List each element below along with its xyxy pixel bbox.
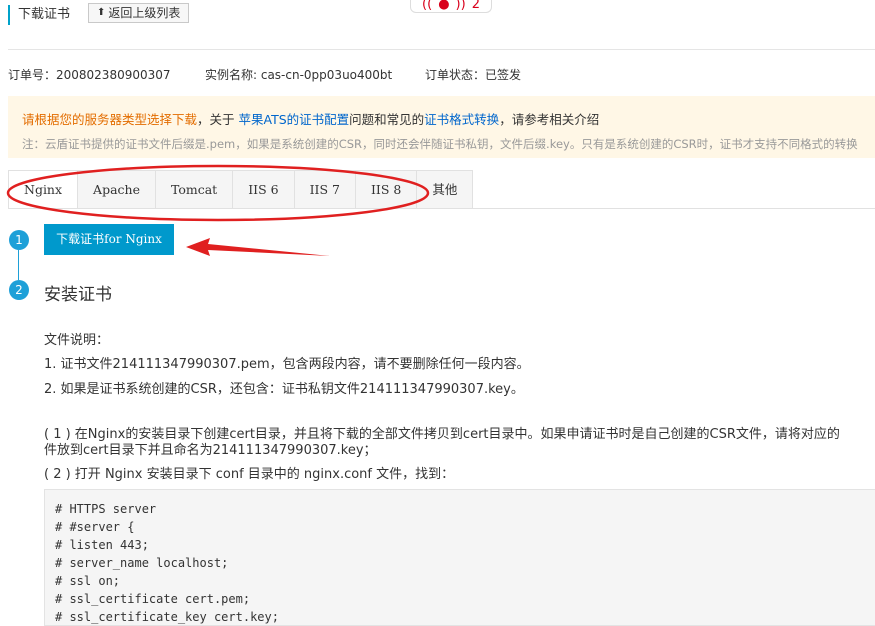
order-number: 订单号：20080238090030​7 [8, 68, 171, 82]
nginx-config-code-block: # HTTPS server # #server { # listen 443;… [44, 489, 875, 626]
annotation-arrow [186, 238, 330, 256]
bell-icon: (( [422, 0, 433, 12]
step-2-marker: 2 [9, 280, 29, 300]
notification-badge[interactable]: (( ● )) 2 [410, 0, 492, 13]
tab-iis7[interactable]: IIS 7 [294, 170, 356, 209]
code-line: # HTTPS server [55, 502, 157, 516]
step-connector [18, 250, 19, 280]
tab-iis6[interactable]: IIS 6 [233, 170, 295, 209]
notice-highlight: 请根据您的服务器类型选择下载 [22, 112, 198, 127]
tab-other[interactable]: 其他 [417, 170, 474, 209]
file-desc-item-1: 1. 证书文件214111347990307.pem，包含两段内容，请不要删除任… [44, 357, 530, 372]
code-line: # server_name localhost; [55, 556, 229, 570]
file-description-label: 文件说明： [44, 333, 110, 348]
notification-count: 2 [471, 0, 480, 12]
arrow-up-icon: ⬆ [97, 7, 106, 18]
step-1-marker: 1 [9, 230, 29, 250]
order-status: 订单状态：已签发 [425, 68, 522, 82]
tabs-divider [8, 208, 875, 209]
instruction-step-2: ( 2 ) 打开 Nginx 安装目录下 conf 目录中的 nginx.con… [44, 467, 455, 482]
header-divider [8, 49, 875, 50]
ats-config-link[interactable]: 苹果ATS的证书配置 [239, 112, 350, 127]
code-line: # ssl on; [55, 574, 121, 588]
code-line: # ssl_certificate cert.pem; [55, 592, 251, 606]
notice-box: 请根据您的服务器类型选择下载，关于 苹果ATS的证书配置问题和常见的证书格式转换… [8, 96, 875, 158]
bell-icon-right: )) [455, 0, 466, 12]
install-cert-title: 安装证书 [44, 285, 112, 305]
back-to-list-label: 返回上级列表 [108, 6, 181, 20]
tab-iis8[interactable]: IIS 8 [355, 170, 418, 209]
cert-format-link[interactable]: 证书格式转换 [424, 112, 499, 127]
back-to-list-button[interactable]: ⬆ 返回上级列表 [88, 3, 190, 23]
code-line: # #server { [55, 520, 135, 534]
file-desc-item-2: 2. 如果是证书系统创建的CSR，还包含：证书私钥文件2141113479903… [44, 382, 524, 397]
tab-nginx[interactable]: Nginx [8, 170, 79, 209]
tab-apache[interactable]: Apache [78, 170, 156, 209]
notice-text: ，关于 [197, 112, 239, 127]
page-title: 下载证书 [8, 5, 70, 25]
bell-dot-icon: ● [438, 0, 450, 12]
code-line: # listen 443; [55, 538, 149, 552]
notice-text: ，请参考相关介绍 [499, 112, 600, 127]
code-line: # ssl_certificate_key cert.key; [55, 610, 279, 624]
notice-note: 注：云盾证书提供的证书文件后缀是.pem，如果是系统创建的CSR，同时还会伴随证… [22, 137, 858, 151]
notice-text: 问题和常见的 [349, 112, 425, 127]
server-type-tabs: Nginx Apache Tomcat IIS 6 IIS 7 IIS 8 其他 [8, 170, 474, 209]
instance-name: 实例名称: cas-cn-0pp03uo400bt [205, 68, 393, 82]
download-cert-button[interactable]: 下载证书for Nginx [44, 224, 174, 255]
tab-tomcat[interactable]: Tomcat [155, 170, 234, 209]
instruction-step-1-cont: 件放到cert目录下并且命名为214111347990307.key； [44, 443, 377, 458]
